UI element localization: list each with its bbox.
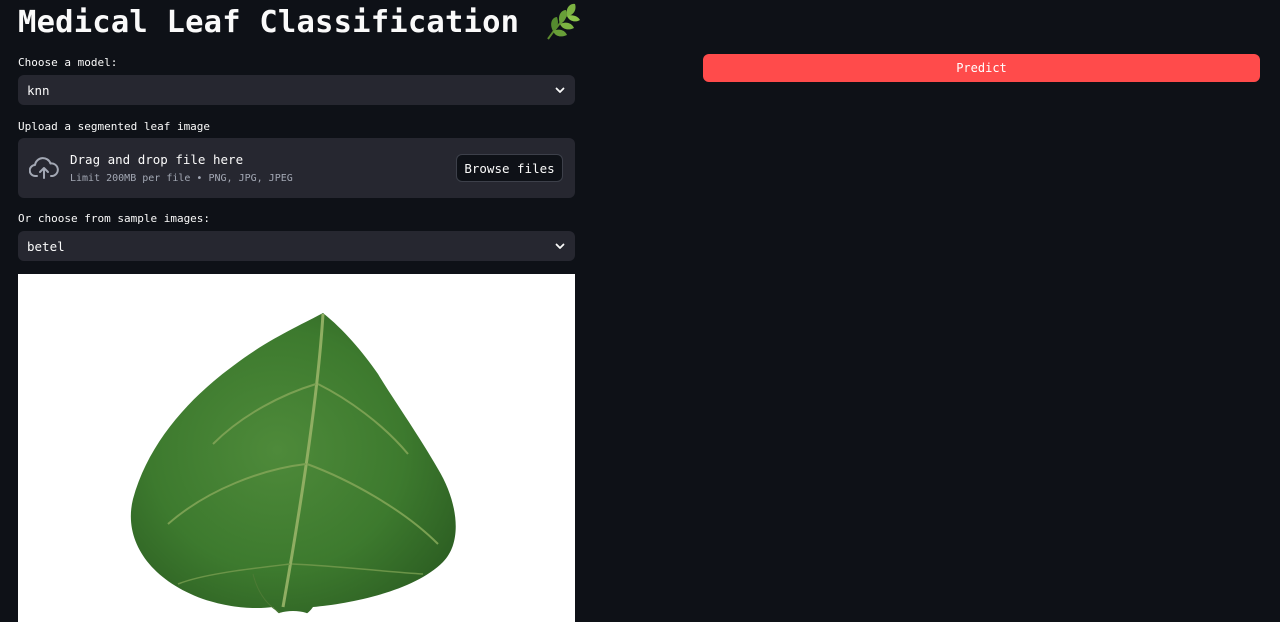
page-title-text: Medical Leaf Classification — [18, 4, 520, 40]
chevron-down-icon — [555, 243, 565, 249]
app-page: Medical Leaf Classification Choose a mod… — [0, 0, 1280, 622]
betel-leaf-image — [130, 313, 456, 622]
model-select-label: Choose a model: — [18, 56, 118, 69]
cloud-upload-icon — [29, 157, 59, 179]
sample-select-label: Or choose from sample images: — [18, 212, 211, 225]
sample-leaf-image — [18, 274, 575, 622]
model-select[interactable]: knn — [18, 75, 575, 105]
browse-files-button[interactable]: Browse files — [456, 154, 563, 182]
sample-image-select[interactable]: betel — [18, 231, 575, 261]
model-select-value: knn — [27, 82, 50, 98]
sample-select-value: betel — [27, 238, 65, 254]
predict-button[interactable]: Predict — [703, 54, 1260, 82]
herb-leaf-icon — [547, 3, 581, 40]
uploader-main-text: Drag and drop file here — [70, 152, 244, 167]
chevron-down-icon — [555, 87, 565, 93]
file-uploader-dropzone[interactable]: Drag and drop file here Limit 200MB per … — [18, 138, 575, 198]
page-title: Medical Leaf Classification — [18, 2, 581, 42]
uploader-label: Upload a segmented leaf image — [18, 120, 211, 133]
uploader-limit-text: Limit 200MB per file • PNG, JPG, JPEG — [70, 173, 293, 184]
